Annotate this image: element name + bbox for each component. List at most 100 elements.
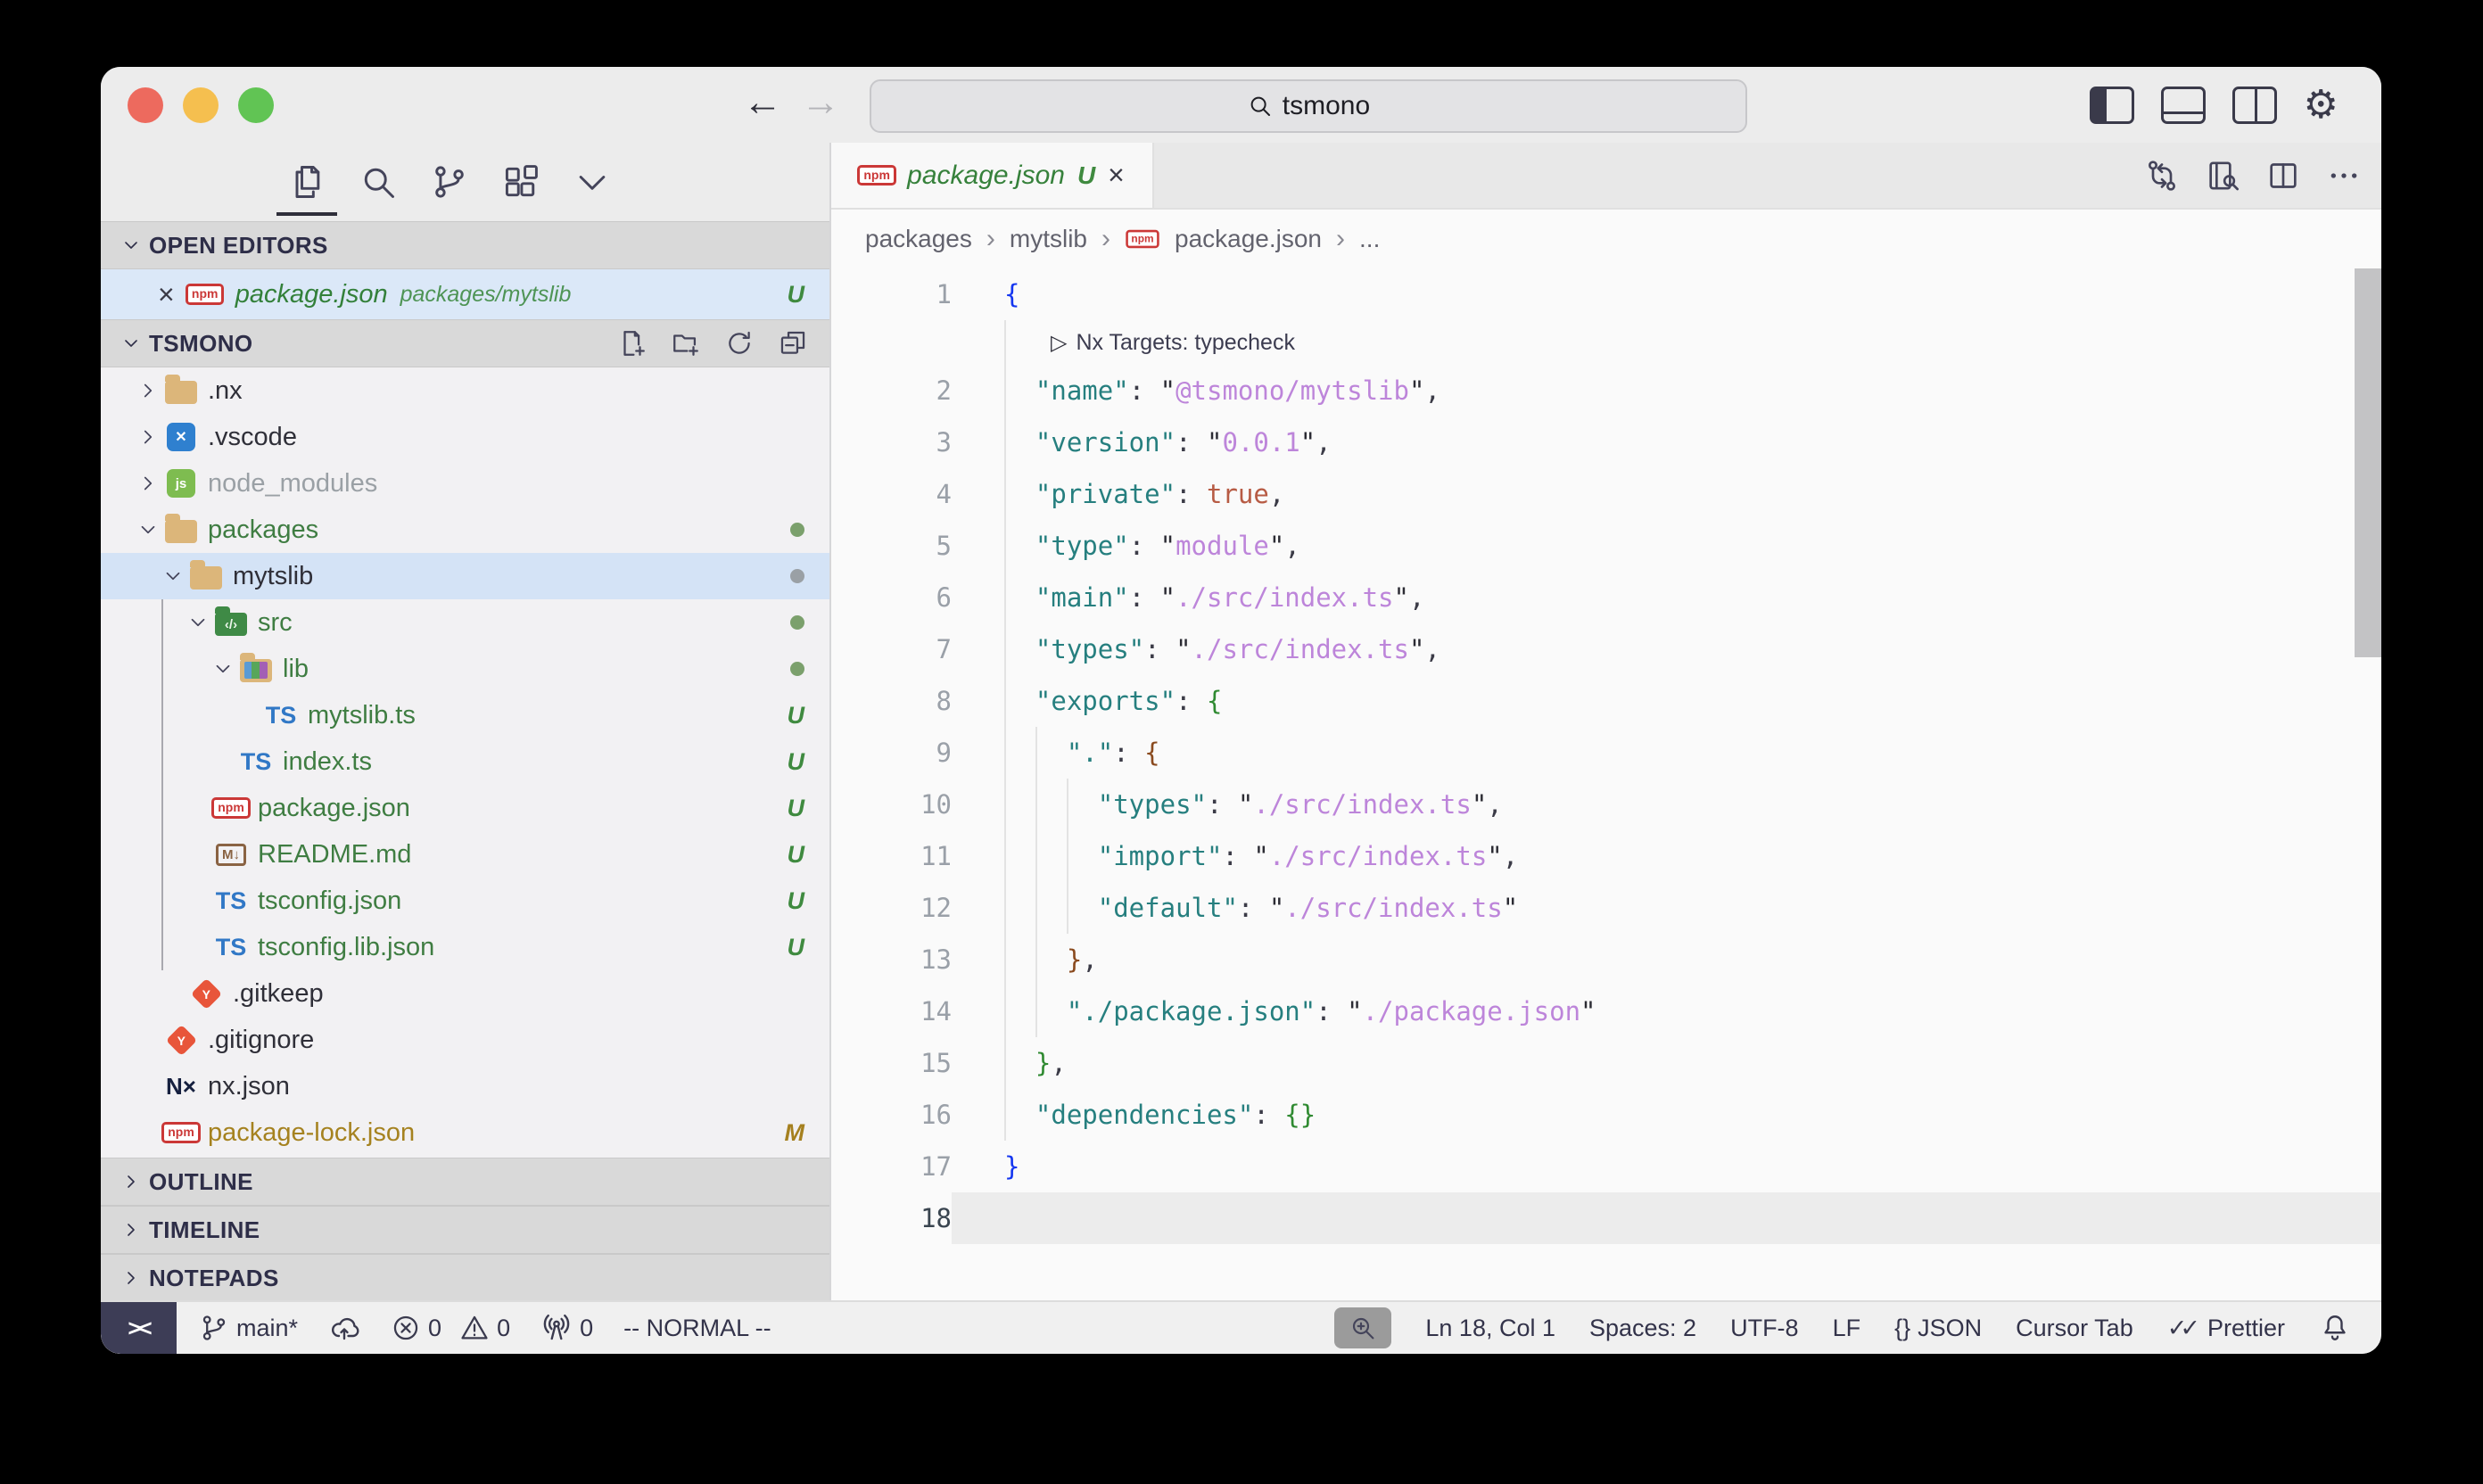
workspace-header[interactable]: TSMONO (101, 319, 829, 367)
tree-item-label: index.ts (283, 747, 372, 777)
cursor-tab-status[interactable]: Cursor Tab (2016, 1315, 2133, 1342)
code-line-13[interactable]: 13 }, (831, 934, 2381, 985)
code-line-14[interactable]: 14 "./package.json": "./package.json" (831, 985, 2381, 1037)
navigate-back-button[interactable]: ← (743, 83, 782, 122)
close-editor-icon[interactable]: × (158, 278, 175, 311)
split-editor-icon[interactable] (2265, 158, 2301, 194)
settings-gear-icon[interactable]: ⚙ (2304, 86, 2339, 125)
source-control-icon[interactable] (430, 162, 469, 202)
code-line-9[interactable]: 9 ".": { (831, 727, 2381, 779)
tree-item-package-lock-json[interactable]: npmpackage-lock.jsonM (101, 1109, 829, 1156)
notepads-header[interactable]: NOTEPADS (101, 1254, 829, 1302)
chevron-down-icon (158, 565, 188, 588)
search-editor-icon[interactable] (2205, 158, 2240, 194)
minimize-window-button[interactable] (183, 87, 219, 123)
zoom-indicator[interactable] (1334, 1307, 1391, 1348)
tree-item-tsconfig-lib-json[interactable]: TStsconfig.lib.jsonU (101, 924, 829, 970)
line-number: 10 (831, 789, 952, 820)
command-center-search[interactable]: tsmono (870, 79, 1747, 133)
breadcrumb-packages[interactable]: packages (865, 225, 972, 253)
activity-bar (101, 143, 829, 221)
code-line-17[interactable]: 17} (831, 1141, 2381, 1192)
code-line-16[interactable]: 16 "dependencies": {} (831, 1089, 2381, 1141)
codelens-nx-targets[interactable]: ▷Nx Targets: typecheck (831, 320, 2381, 365)
tree-item-nx[interactable]: .nx (101, 367, 829, 414)
code-line-11[interactable]: 11 "import": "./src/index.ts", (831, 830, 2381, 882)
toggle-secondary-sidebar-icon[interactable] (2232, 87, 2277, 124)
line-number: 3 (831, 427, 952, 458)
language-mode-status[interactable]: {} JSON (1894, 1315, 1982, 1342)
collapse-all-icon[interactable] (778, 328, 808, 359)
line-number: 13 (831, 944, 952, 975)
tree-item-vscode[interactable]: ✕.vscode (101, 414, 829, 460)
tree-item-index-ts[interactable]: TSindex.tsU (101, 738, 829, 785)
tree-item-node-modules[interactable]: jsnode_modules (101, 460, 829, 507)
code-line-4[interactable]: 4 "private": true, (831, 468, 2381, 520)
ports-status[interactable]: 0 (540, 1312, 593, 1344)
more-actions-icon[interactable] (2326, 158, 2362, 194)
problems-status[interactable]: 0 0 (391, 1313, 510, 1343)
code-line-3[interactable]: 3 "version": "0.0.1", (831, 416, 2381, 468)
breadcrumb-mytslib[interactable]: mytslib (1010, 225, 1087, 253)
editor-scrollbar[interactable] (2355, 268, 2381, 657)
more-views-chevron-icon[interactable] (573, 162, 612, 202)
new-folder-icon[interactable] (671, 328, 701, 359)
formatter-status[interactable]: ✓✓ Prettier (2167, 1315, 2285, 1342)
toggle-panel-icon[interactable] (2161, 87, 2206, 124)
refresh-icon[interactable] (724, 328, 755, 359)
code-line-15[interactable]: 15 }, (831, 1037, 2381, 1089)
timeline-header[interactable]: TIMELINE (101, 1206, 829, 1254)
code-line-18[interactable]: 18 (831, 1192, 2381, 1244)
extensions-icon[interactable] (501, 162, 540, 202)
tree-item-mytslib-ts[interactable]: TSmytslib.tsU (101, 692, 829, 738)
breadcrumb-symbol[interactable]: ... (1359, 225, 1380, 253)
tree-item-src[interactable]: src (101, 599, 829, 646)
tree-item-nx-json[interactable]: N×nx.json (101, 1063, 829, 1109)
indentation-status[interactable]: Spaces: 2 (1589, 1315, 1696, 1342)
code-line-6[interactable]: 6 "main": "./src/index.ts", (831, 572, 2381, 623)
vim-mode-indicator[interactable]: -- NORMAL -- (623, 1315, 771, 1342)
explorer-icon[interactable] (287, 162, 326, 202)
close-tab-icon[interactable]: × (1108, 159, 1125, 192)
code-line-12[interactable]: 12 "default": "./src/index.ts" (831, 882, 2381, 934)
code-line-10[interactable]: 10 "types": "./src/index.ts", (831, 779, 2381, 830)
tree-item-README-md[interactable]: M↓README.mdU (101, 831, 829, 878)
breadcrumb-file[interactable]: package.json (1175, 225, 1322, 253)
code-line-7[interactable]: 7 "types": "./src/index.ts", (831, 623, 2381, 675)
outline-header[interactable]: OUTLINE (101, 1158, 829, 1206)
tab-package-json[interactable]: npm package.json U × (831, 143, 1154, 208)
tree-item-gitignore[interactable]: Y.gitignore (101, 1017, 829, 1063)
line-content: { (952, 279, 2381, 309)
close-window-button[interactable] (128, 87, 163, 123)
tree-item-label: mytslib (233, 562, 313, 591)
code-line-2[interactable]: 2 "name": "@tsmono/mytslib", (831, 365, 2381, 416)
chevron-down-icon (208, 657, 238, 680)
remote-indicator[interactable]: >< (101, 1302, 177, 1354)
tree-item-lib[interactable]: lib (101, 646, 829, 692)
double-check-icon: ✓✓ (2167, 1315, 2193, 1342)
open-editor-entry[interactable]: × npm package.json packages/mytslib U (101, 269, 829, 319)
encoding-status[interactable]: UTF-8 (1730, 1315, 1799, 1342)
code-line-5[interactable]: 5 "type": "module", (831, 520, 2381, 572)
tree-item-gitkeep[interactable]: Y.gitkeep (101, 970, 829, 1017)
tree-item-packages[interactable]: packages (101, 507, 829, 553)
open-changes-icon[interactable] (2144, 158, 2180, 194)
zoom-window-button[interactable] (238, 87, 274, 123)
tree-item-package-json[interactable]: npmpackage.jsonU (101, 785, 829, 831)
sync-changes-button[interactable] (328, 1312, 360, 1344)
toggle-primary-sidebar-icon[interactable] (2090, 87, 2134, 124)
line-content: }, (952, 944, 2381, 975)
cursor-position-status[interactable]: Ln 18, Col 1 (1425, 1315, 1555, 1342)
tree-item-tsconfig-json[interactable]: TStsconfig.jsonU (101, 878, 829, 924)
tree-item-mytslib[interactable]: mytslib (101, 553, 829, 599)
open-editors-header[interactable]: OPEN EDITORS (101, 221, 829, 269)
code-line-1[interactable]: 1{ (831, 268, 2381, 320)
git-branch-status[interactable]: main* (199, 1313, 298, 1343)
code-line-8[interactable]: 8 "exports": { (831, 675, 2381, 727)
search-view-icon[interactable] (359, 162, 398, 202)
navigate-forward-button[interactable]: → (801, 83, 840, 122)
new-file-icon[interactable] (617, 328, 648, 359)
eol-status[interactable]: LF (1833, 1315, 1861, 1342)
notifications-bell-icon[interactable] (2319, 1312, 2351, 1344)
code-editor[interactable]: 1{▷Nx Targets: typecheck2 "name": "@tsmo… (831, 268, 2381, 1302)
